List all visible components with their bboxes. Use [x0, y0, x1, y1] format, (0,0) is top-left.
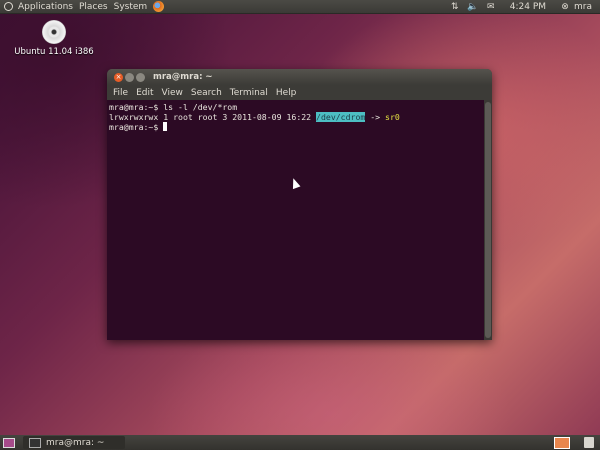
output-target: sr0 [385, 112, 400, 122]
scrollbar-thumb[interactable] [485, 102, 491, 338]
bottom-panel: mra@mra: ~ [0, 435, 600, 450]
menu-terminal[interactable]: Terminal [226, 86, 272, 100]
menu-applications[interactable]: Applications [15, 0, 76, 14]
clock[interactable]: 4:24 PM [500, 2, 556, 12]
workspace-switcher-icon[interactable] [554, 436, 570, 449]
prompt-text: mra@mra:~$ [109, 122, 164, 132]
mail-icon[interactable]: ✉ [482, 0, 500, 14]
output-dir: /dev/cdrom [316, 112, 366, 122]
menu-view[interactable]: View [158, 86, 187, 100]
top-panel: Applications Places System ⇅ 🔈 ✉ 4:24 PM… [0, 0, 600, 14]
terminal-icon [29, 437, 41, 448]
taskbar-terminal-button[interactable]: mra@mra: ~ [23, 436, 125, 449]
ubuntu-logo-icon[interactable] [4, 2, 13, 11]
power-icon[interactable]: ⊗ [556, 0, 574, 14]
maximize-icon[interactable] [136, 72, 145, 82]
minimize-icon[interactable] [125, 72, 134, 82]
show-desktop-icon[interactable] [3, 437, 15, 448]
terminal-output[interactable]: mra@mra:~$ ls -l /dev/*rom lrwxrwxrwx 1 … [107, 100, 484, 340]
terminal-menubar: File Edit View Search Terminal Help [107, 85, 492, 100]
menu-help[interactable]: Help [272, 86, 301, 100]
network-icon[interactable]: ⇅ [446, 0, 464, 14]
output-arrow: -> [365, 112, 386, 122]
terminal-titlebar[interactable]: × mra@mra: ~ [107, 69, 492, 85]
cd-disc-icon[interactable] [42, 20, 66, 44]
menu-file[interactable]: File [109, 86, 132, 100]
terminal-line-command: mra@mra:~$ ls -l /dev/*rom [109, 102, 238, 112]
menu-edit[interactable]: Edit [132, 86, 157, 100]
terminal-scrollbar[interactable] [484, 100, 492, 340]
window-title: mra@mra: ~ [153, 72, 213, 82]
terminal-line-output: lrwxrwxrwx 1 root root 3 2011-08-09 16:2… [109, 112, 482, 122]
volume-icon[interactable]: 🔈 [464, 0, 482, 14]
menu-system[interactable]: System [111, 0, 151, 14]
terminal-line-prompt: mra@mra:~$ [109, 122, 482, 132]
menu-places[interactable]: Places [76, 0, 111, 14]
terminal-window: × mra@mra: ~ File Edit View Search Termi… [107, 69, 492, 340]
text-cursor [163, 122, 168, 131]
desktop-cd-item[interactable]: Ubuntu 11.04 i386 [14, 20, 94, 57]
firefox-launcher-icon[interactable] [153, 1, 165, 12]
trash-icon[interactable] [584, 437, 594, 448]
desktop-cd-label: Ubuntu 11.04 i386 [14, 47, 94, 57]
close-icon[interactable]: × [114, 72, 123, 82]
menu-search[interactable]: Search [187, 86, 226, 100]
user-menu[interactable]: mra [574, 2, 600, 12]
output-prefix: lrwxrwxrwx 1 root root 3 2011-08-09 16:2… [109, 112, 317, 122]
taskbar-label: mra@mra: ~ [46, 437, 105, 448]
